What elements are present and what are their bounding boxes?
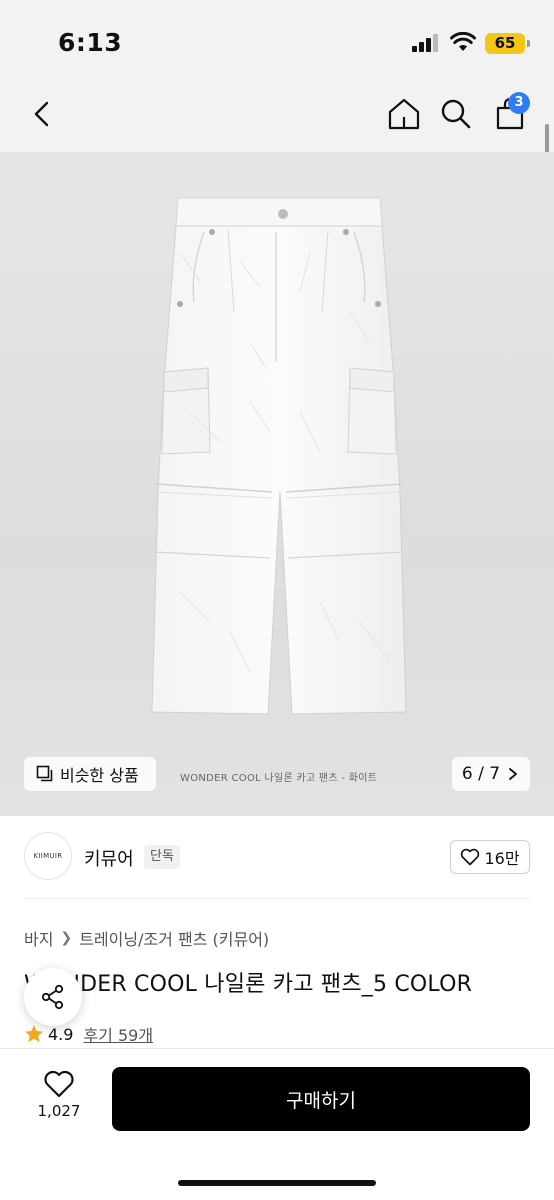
product-title: WONDER COOL 나일론 카고 팬츠_5 COLOR: [24, 972, 473, 997]
cart-count-badge: 3: [508, 92, 530, 114]
buy-button[interactable]: 구매하기: [112, 1067, 530, 1131]
brand-name[interactable]: 키뮤어: [84, 845, 134, 871]
product-image[interactable]: 비슷한 상품 WONDER COOL 나일론 카고 팬츠 - 화이트 6 / 7: [0, 152, 554, 816]
heart-icon: [461, 848, 480, 866]
similar-square-icon: [36, 765, 53, 782]
share-icon: [41, 984, 64, 1010]
heart-icon: [44, 1070, 74, 1098]
exclusive-badge: 단독: [144, 845, 180, 869]
battery-tip: [527, 40, 530, 47]
nav-bar: [0, 80, 554, 152]
status-time: 6:13: [58, 28, 123, 57]
share-button[interactable]: [24, 968, 82, 1026]
chevron-left-icon: [34, 101, 49, 127]
brand-like-count: 16만: [484, 849, 520, 868]
product-photo-pants: [151, 197, 407, 715]
home-indicator: [178, 1180, 376, 1186]
chevron-right-icon: [509, 768, 517, 780]
brand-logo[interactable]: KIIMUIR: [24, 832, 72, 880]
wishlist-count: 1,027: [37, 1102, 81, 1120]
breadcrumb: 바지 ❯ 트레이닝/조거 팬츠 (키뮤어): [24, 926, 269, 950]
battery-indicator: 65: [485, 33, 525, 54]
reviews-link[interactable]: 후기 59개: [83, 1022, 153, 1046]
back-button[interactable]: [22, 94, 62, 134]
search-button[interactable]: [436, 94, 476, 134]
home-button[interactable]: [384, 94, 424, 134]
divider: [24, 898, 530, 899]
rating-row: 4.9 후기 59개: [24, 1022, 153, 1046]
status-bar: 6:13 65: [0, 0, 554, 80]
similar-products-button[interactable]: 비슷한 상품: [24, 757, 156, 791]
image-pager-button[interactable]: 6 / 7: [452, 757, 530, 791]
breadcrumb-item-training[interactable]: 트레이닝/조거 팬츠 (키뮤어): [79, 926, 269, 950]
wishlist-button[interactable]: 1,027: [28, 1070, 90, 1130]
similar-products-label: 비슷한 상품: [60, 766, 139, 785]
image-pager-label: 6 / 7: [461, 764, 501, 784]
home-icon: [388, 98, 420, 130]
rating-value: 4.9: [48, 1024, 74, 1044]
search-icon: [441, 99, 471, 129]
wifi-icon: [450, 32, 476, 51]
brand-like-button[interactable]: 16만: [450, 840, 530, 874]
breadcrumb-item-pants[interactable]: 바지: [24, 926, 53, 950]
star-icon: [25, 1025, 43, 1043]
image-caption: WONDER COOL 나일론 카고 팬츠 - 화이트: [180, 773, 378, 784]
chevron-right-icon: ❯: [60, 930, 73, 946]
cellular-signal-icon: [412, 34, 440, 52]
